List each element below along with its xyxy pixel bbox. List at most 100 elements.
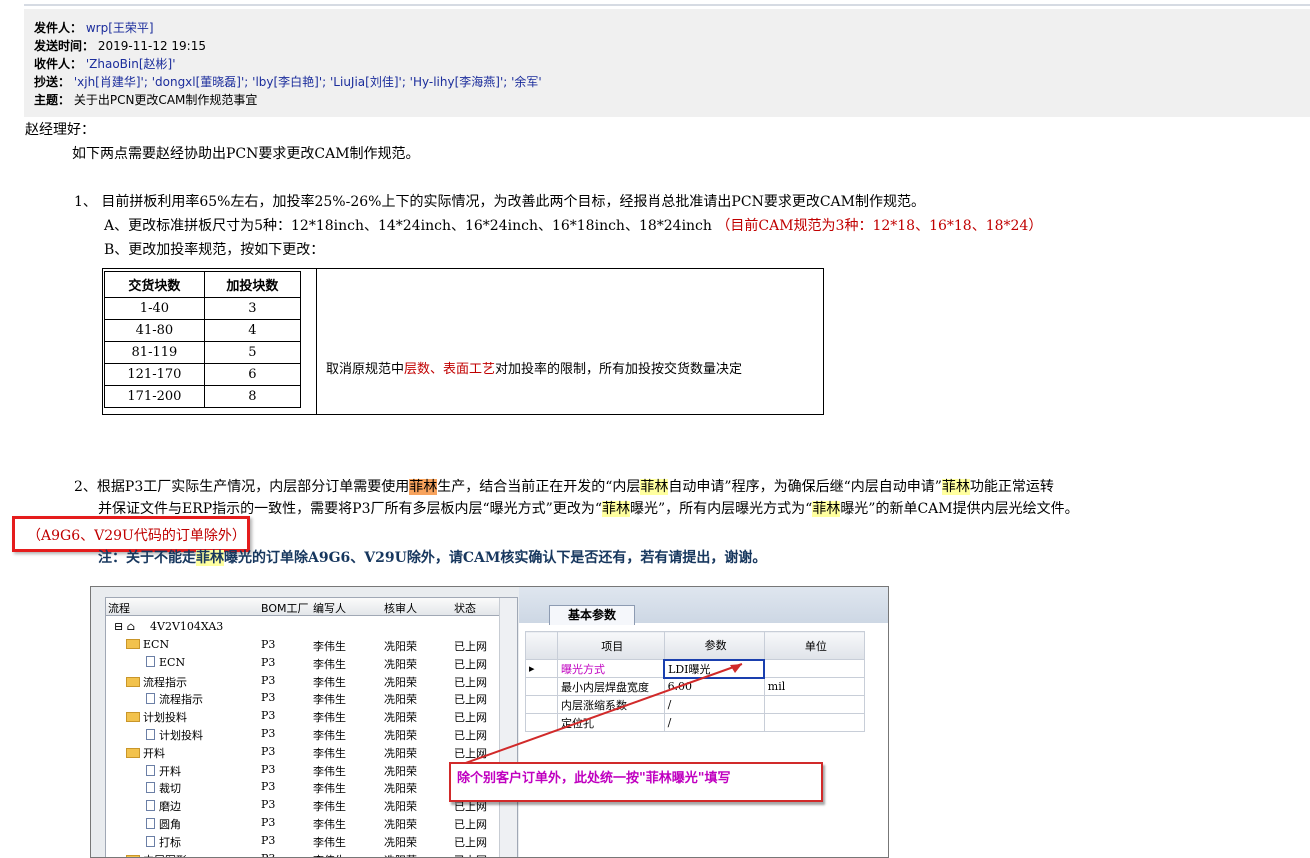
folder-icon <box>126 712 140 723</box>
rules-table-header: 交货块数 加投块数 <box>104 271 302 298</box>
document-icon <box>146 782 155 794</box>
document-icon <box>146 655 155 667</box>
tree-col-flow[interactable]: 流程 <box>108 600 130 616</box>
tree-cell-reviewer: 冼阳荣 <box>384 711 417 725</box>
sent-row: 发送时间： 2019-11-12 19:15 <box>34 37 206 55</box>
home-icon: ⊟ ⌂ <box>114 620 136 633</box>
tree-node: ECN <box>126 638 169 651</box>
document-icon <box>146 835 155 847</box>
from-row: 发件人： wrp[王荣平] <box>34 19 154 37</box>
cell-extra: 5 <box>203 341 302 364</box>
tree-cell-reviewer: 冼阳荣 <box>384 835 417 849</box>
exception-box: （A9G6、V29U代码的订单除外） <box>12 516 250 552</box>
grid-cell-unit <box>763 695 866 714</box>
rules-table-note: 取消原规范中层数、表面工艺对加投率的限制，所有加投按交货数量决定 <box>326 358 742 377</box>
note-text: 注：关于不能走 <box>98 550 196 566</box>
tree-node: 裁切 <box>146 780 181 796</box>
tree-cell-author: 李伟生 <box>313 711 346 725</box>
feilin-highlight: 菲林 <box>196 550 224 566</box>
document-icon <box>146 693 155 705</box>
cell-delivery: 171-200 <box>104 385 205 408</box>
tree-root[interactable]: ⊟ ⌂ 4V2V104XA3 <box>106 618 517 636</box>
email-header: 发件人： wrp[王荣平] 发送时间： 2019-11-12 19:15 收件人… <box>24 9 1310 117</box>
col-extra-qty: 加投块数 <box>203 271 302 298</box>
table-row: 1-40 3 <box>104 297 302 320</box>
tree-cell-bom: P3 <box>261 816 276 829</box>
tree-node-label: 流程指示 <box>143 675 187 689</box>
cell-delivery: 121-170 <box>104 363 205 386</box>
cc-label: 抄送： <box>34 75 71 89</box>
document-icon <box>146 800 155 812</box>
tree-cell-reviewer: 冼阳荣 <box>384 729 417 742</box>
item2-text: 2、根据P3工厂实际生产情况，内层部分订单需要使用 <box>74 479 410 495</box>
tree-row[interactable]: 打标 P3 李伟生 冼阳荣 已上网 <box>106 832 517 850</box>
cc-row: 抄送： 'xjh[肖建华]'; 'dongxl[董晓磊]'; 'lby[李白艳]… <box>34 73 542 91</box>
tree-cell-bom: P3 <box>261 744 276 758</box>
tree-col-status[interactable]: 状态 <box>454 600 476 616</box>
tree-cell-author: 李伟生 <box>313 818 346 831</box>
tree-node-label: ECN <box>159 655 186 669</box>
tree-cell-author: 李伟生 <box>313 693 346 707</box>
tree-col-bom[interactable]: BOM工厂 <box>261 600 309 616</box>
tree-node-label: 内层图形 <box>143 854 187 857</box>
tree-cell-bom: P3 <box>261 691 276 705</box>
tree-cell-author: 李伟生 <box>313 657 346 671</box>
item1-a-note: （目前CAM规范为3种：12*18、16*18、18*24） <box>716 218 1043 234</box>
top-rule <box>24 4 1310 6</box>
feilin-highlight: 菲林 <box>409 479 438 495</box>
tree-cell-reviewer: 冼阳荣 <box>384 782 417 796</box>
from-value[interactable]: wrp[王荣平] <box>86 21 154 35</box>
table-row: 81-119 5 <box>104 341 302 364</box>
tree-row[interactable]: 圆角 P3 李伟生 冼阳荣 已上网 <box>106 814 517 832</box>
tree-cell-reviewer: 冼阳荣 <box>384 818 417 831</box>
tree-col-author[interactable]: 编写人 <box>313 600 346 616</box>
tree-node: 打标 <box>146 834 181 850</box>
tab-basic-params[interactable]: 基本参数 <box>549 605 635 625</box>
tree-cell-author: 李伟生 <box>313 640 346 653</box>
tree-cell-author: 李伟生 <box>313 852 346 857</box>
document-icon <box>146 729 155 740</box>
grid-cell-unit <box>763 659 866 678</box>
cc-value[interactable]: 'xjh[肖建华]'; 'dongxl[董晓磊]'; 'lby[李白艳]'; '… <box>74 75 542 89</box>
tree-node: 开料 <box>146 763 181 779</box>
tree-node-label: ECN <box>143 638 170 651</box>
cell-extra: 3 <box>203 297 302 320</box>
tree-cell-author: 李伟生 <box>313 746 346 760</box>
sent-label: 发送时间： <box>34 39 95 53</box>
tree-cell-author: 李伟生 <box>313 800 346 814</box>
to-value[interactable]: 'ZhaoBin[赵彬]' <box>86 57 176 71</box>
grid-col-unit: 单位 <box>763 631 866 660</box>
feilin-highlight: 菲林 <box>640 479 669 495</box>
tree-cell-author: 李伟生 <box>313 675 346 689</box>
tree-node-label: 开料 <box>159 764 181 778</box>
cell-delivery: 1-40 <box>104 297 205 320</box>
tree-cell-reviewer: 冼阳荣 <box>384 852 417 857</box>
tree-row[interactable]: 内层图形 P3 李伟生 冼阳荣 已上网 <box>106 850 517 857</box>
tree-col-reviewer[interactable]: 核审人 <box>384 600 417 616</box>
item1-a: A、更改标准拼板尺寸为5种：12*18inch、14*24inch、16*24i… <box>104 216 1042 236</box>
cell-extra: 8 <box>203 385 302 408</box>
to-row: 收件人： 'ZhaoBin[赵彬]' <box>34 55 176 73</box>
tree-node: 计划投料 <box>146 727 203 743</box>
document-icon <box>146 818 155 829</box>
tree-node: 开料 <box>126 745 165 761</box>
table-row: 41-80 4 <box>104 319 302 342</box>
tree-cell-bom: P3 <box>261 655 276 669</box>
table-row: 171-200 8 <box>104 385 302 408</box>
tree-cell-bom: P3 <box>261 762 276 776</box>
tree-node-label: 打标 <box>159 835 181 849</box>
tree-node: ECN <box>146 655 186 669</box>
folder-icon <box>126 854 140 857</box>
item2-text: 生产，结合当前正在开发的“内层 <box>437 479 641 495</box>
cell-extra: 4 <box>203 319 302 342</box>
grid-cell-unit: mil <box>763 677 866 696</box>
tree-cell-status: 已上网 <box>454 852 487 857</box>
note-suffix: 对加投率的限制，所有加投按交货数量决定 <box>495 362 743 377</box>
item2-text: 曝光”的新单CAM提供内层光绘文件。 <box>840 501 1079 517</box>
greeting: 赵经理好： <box>25 122 95 138</box>
tree-cell-status: 已上网 <box>454 835 487 849</box>
feilin-highlight: 菲林 <box>812 501 841 517</box>
feilin-highlight: 菲林 <box>941 479 970 495</box>
note-text: 曝光的订单除A9G6、V29U除外，请CAM核实确认下是否还有，若有请提出，谢谢… <box>224 550 767 566</box>
tree-cell-reviewer: 冼阳荣 <box>384 746 417 760</box>
